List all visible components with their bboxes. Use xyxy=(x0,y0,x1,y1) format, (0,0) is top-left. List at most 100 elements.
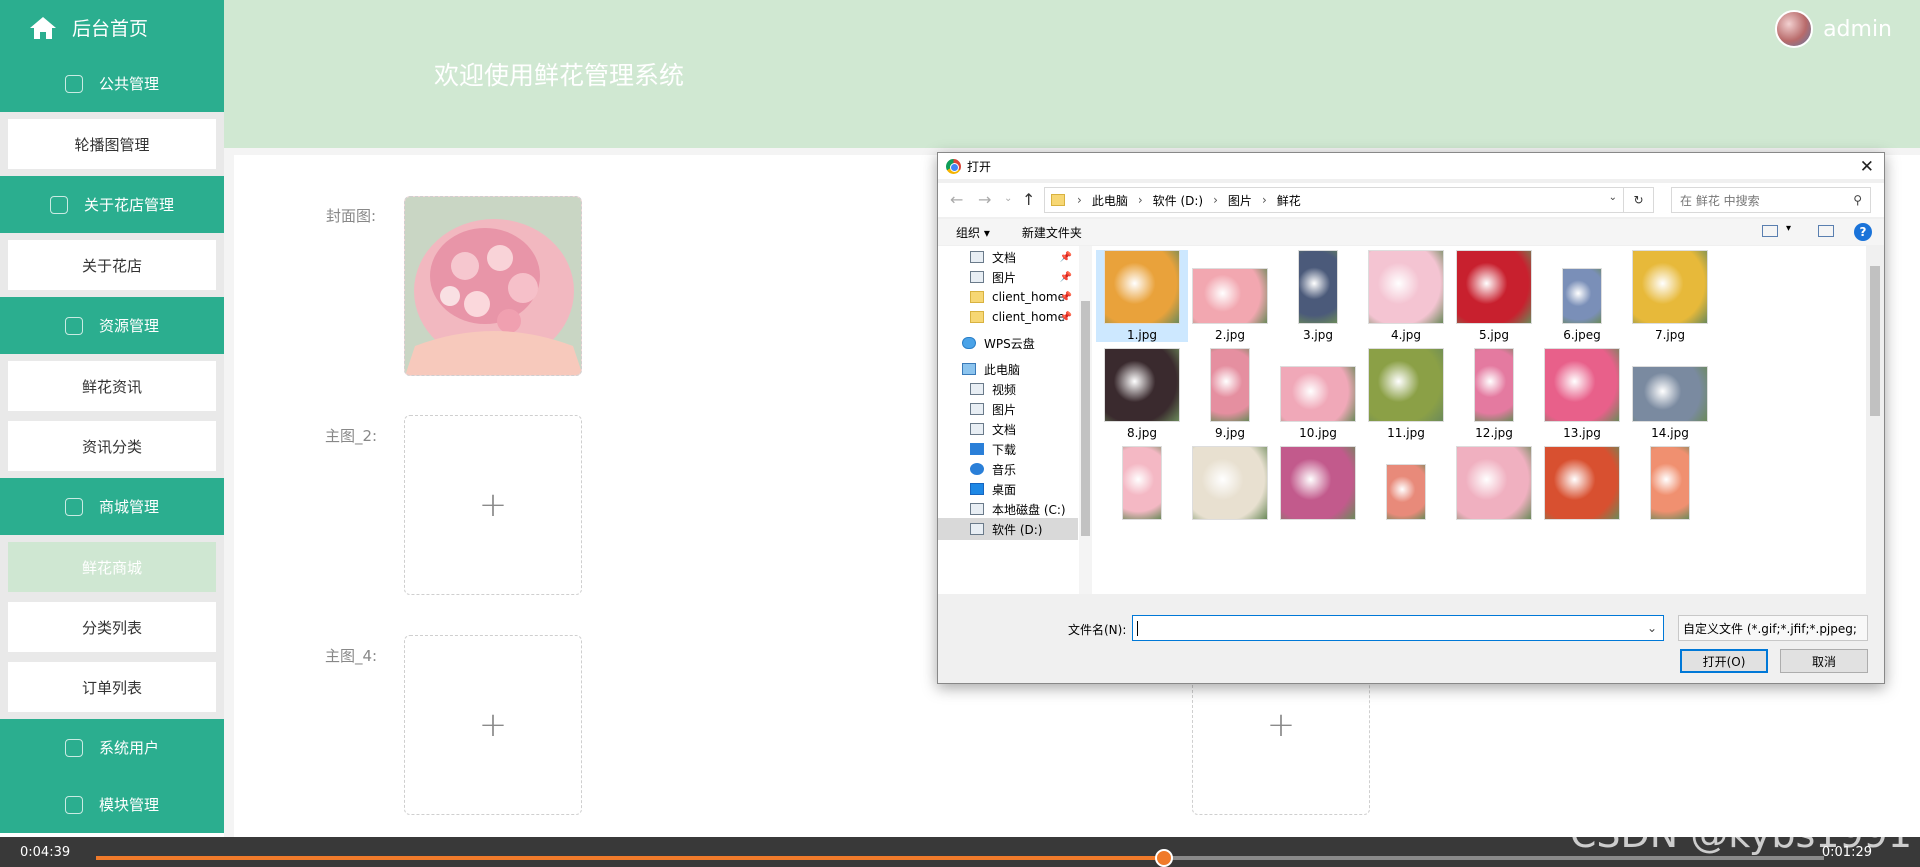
file-open-dialog: 打开 ✕ ← → ⌄ ↑ › 此电脑 › 软件 (D:) › 图片 › 鲜花 ⌄… xyxy=(937,152,1885,684)
sidebar-item-banner[interactable]: 轮播图管理 xyxy=(8,119,216,169)
sidebar-group-resources[interactable]: 资源管理 xyxy=(0,297,224,354)
sidebar-item-order-list[interactable]: 订单列表 xyxy=(8,662,216,712)
sidebar-item-category-list[interactable]: 分类列表 xyxy=(8,602,216,652)
file-thumbnail[interactable]: 3.jpg xyxy=(1272,250,1364,342)
sidebar-items: 鲜花资讯 资讯分类 xyxy=(0,354,224,478)
nav-item[interactable]: 软件 (D:) xyxy=(938,518,1078,540)
nav-item[interactable]: 文档 📌 xyxy=(938,246,1078,268)
cover-image[interactable] xyxy=(404,196,582,376)
nav-item[interactable]: 图片 📌 xyxy=(938,266,1078,288)
sidebar-group-users[interactable]: 系统用户 xyxy=(0,719,224,776)
back-arrow-icon[interactable]: ← xyxy=(950,190,963,209)
file-name: 1.jpg xyxy=(1126,328,1158,342)
download-icon xyxy=(970,443,984,455)
forward-arrow-icon[interactable]: → xyxy=(978,190,991,209)
folder-icon xyxy=(1051,194,1065,206)
help-icon[interactable]: ? xyxy=(1854,223,1872,241)
breadcrumb-item[interactable]: 鲜花 xyxy=(1277,192,1301,209)
sidebar-home[interactable]: 后台首页 xyxy=(0,0,224,55)
chevron-down-icon[interactable]: ▾ xyxy=(1786,223,1791,234)
dialog-titlebar[interactable]: 打开 ✕ xyxy=(938,153,1884,179)
nav-item[interactable]: 视频 xyxy=(938,378,1078,400)
sidebar-item-news-category[interactable]: 资讯分类 xyxy=(8,421,216,471)
chevron-down-icon[interactable]: ⌄ xyxy=(1647,621,1657,635)
nav-item[interactable]: 桌面 xyxy=(938,478,1078,500)
nav-scrollbar[interactable] xyxy=(1079,246,1092,594)
user-menu[interactable]: admin xyxy=(1775,10,1892,48)
nav-item[interactable]: 音乐 xyxy=(938,458,1078,480)
file-thumbnail[interactable] xyxy=(1184,446,1276,520)
file-thumbnail[interactable] xyxy=(1360,446,1452,520)
nav-item[interactable]: WPS云盘 xyxy=(938,332,1078,354)
file-thumbnail[interactable]: 10.jpg xyxy=(1272,348,1364,440)
sidebar-group-about[interactable]: 关于花店管理 xyxy=(0,176,224,233)
file-thumbnail[interactable]: 8.jpg xyxy=(1096,348,1188,440)
document-icon xyxy=(970,423,984,435)
filename-input[interactable]: ⌄ xyxy=(1132,615,1664,641)
file-thumbnail[interactable]: 12.jpg xyxy=(1448,348,1540,440)
sidebar-item-flower-mall[interactable]: 鲜花商城 xyxy=(8,542,216,592)
chevron-down-icon[interactable]: ⌄ xyxy=(1004,193,1012,204)
cloud-icon xyxy=(962,337,976,349)
preview-pane-icon[interactable] xyxy=(1818,225,1834,237)
nav-item[interactable]: 此电脑 xyxy=(938,358,1078,380)
refresh-icon[interactable]: ↻ xyxy=(1624,187,1654,213)
open-button[interactable]: 打开(O) xyxy=(1680,649,1768,673)
file-thumbnail[interactable]: 6.jpeg xyxy=(1536,250,1628,342)
nav-item[interactable]: 图片 xyxy=(938,398,1078,420)
scrollbar-thumb[interactable] xyxy=(1870,266,1880,416)
seek-knob[interactable] xyxy=(1154,849,1173,867)
sidebar-group-mall[interactable]: 商城管理 xyxy=(0,478,224,535)
organize-button[interactable]: 组织 ▾ xyxy=(956,224,990,241)
file-thumbnail[interactable]: 9.jpg xyxy=(1184,348,1276,440)
file-thumbnail[interactable]: 1.jpg xyxy=(1096,250,1188,342)
upload-main4[interactable]: + xyxy=(404,635,582,815)
file-thumbnail[interactable] xyxy=(1536,446,1628,520)
view-mode-icon[interactable] xyxy=(1762,225,1778,237)
folder-icon xyxy=(970,291,984,303)
file-thumbnail[interactable]: 14.jpg xyxy=(1624,348,1716,440)
file-thumbnail[interactable]: 7.jpg xyxy=(1624,250,1716,342)
sidebar-group-label: 模块管理 xyxy=(98,796,159,814)
sidebar-group-modules[interactable]: 模块管理 xyxy=(0,776,224,833)
breadcrumb-item[interactable]: 软件 (D:) xyxy=(1153,192,1203,209)
file-type-select[interactable]: 自定义文件 (*.gif;*.jfif;*.pjpeg; xyxy=(1678,615,1868,641)
file-thumbnail[interactable]: 5.jpg xyxy=(1448,250,1540,342)
close-icon[interactable]: ✕ xyxy=(1860,157,1874,177)
file-thumbnail[interactable]: 11.jpg xyxy=(1360,348,1452,440)
file-thumbnail[interactable]: 2.jpg xyxy=(1184,250,1276,342)
file-thumbnail[interactable]: 13.jpg xyxy=(1536,348,1628,440)
file-thumbnail[interactable] xyxy=(1448,446,1540,520)
chevron-down-icon[interactable]: ⌄ xyxy=(1609,192,1617,203)
cancel-button[interactable]: 取消 xyxy=(1780,649,1868,673)
scrollbar-thumb[interactable] xyxy=(1081,301,1090,536)
nav-item[interactable]: client_home 📌 xyxy=(938,286,1078,308)
sidebar-home-label: 后台首页 xyxy=(72,18,149,40)
image-preview xyxy=(1650,446,1690,520)
file-scrollbar[interactable] xyxy=(1866,246,1884,594)
breadcrumb-item[interactable]: 图片 xyxy=(1228,192,1252,209)
address-bar[interactable]: › 此电脑 › 软件 (D:) › 图片 › 鲜花 ⌄ xyxy=(1044,187,1624,213)
image-preview xyxy=(1632,366,1708,422)
nav-item[interactable]: client_home 📌 xyxy=(938,306,1078,328)
upload-main2[interactable]: + xyxy=(404,415,582,595)
sidebar-group-public[interactable]: 公共管理 xyxy=(0,55,224,112)
sidebar-item-flower-news[interactable]: 鲜花资讯 xyxy=(8,361,216,411)
file-thumbnail[interactable]: 4.jpg xyxy=(1360,250,1452,342)
new-folder-button[interactable]: 新建文件夹 xyxy=(1022,224,1082,241)
nav-item[interactable]: 下载 xyxy=(938,438,1078,460)
file-thumbnail[interactable] xyxy=(1096,446,1188,520)
nav-item[interactable]: 本地磁盘 (C:) xyxy=(938,498,1078,520)
nav-item[interactable]: 文档 xyxy=(938,418,1078,440)
seek-track[interactable] xyxy=(96,849,1824,867)
up-arrow-icon[interactable]: ↑ xyxy=(1022,190,1035,209)
search-input[interactable]: 在 鲜花 中搜索 ⚲ xyxy=(1671,187,1871,213)
shield-icon xyxy=(64,74,83,93)
navigation-pane: 文档 📌 图片 📌 client_home 📌 client_home 📌 WPS云盘 … xyxy=(938,246,1092,594)
header: 欢迎使用鲜花管理系统 admin xyxy=(224,0,1920,148)
file-thumbnail[interactable] xyxy=(1272,446,1364,520)
image-preview xyxy=(1280,366,1356,422)
sidebar-item-about-shop[interactable]: 关于花店 xyxy=(8,240,216,290)
file-thumbnail[interactable] xyxy=(1624,446,1716,520)
breadcrumb-item[interactable]: 此电脑 xyxy=(1092,192,1128,209)
